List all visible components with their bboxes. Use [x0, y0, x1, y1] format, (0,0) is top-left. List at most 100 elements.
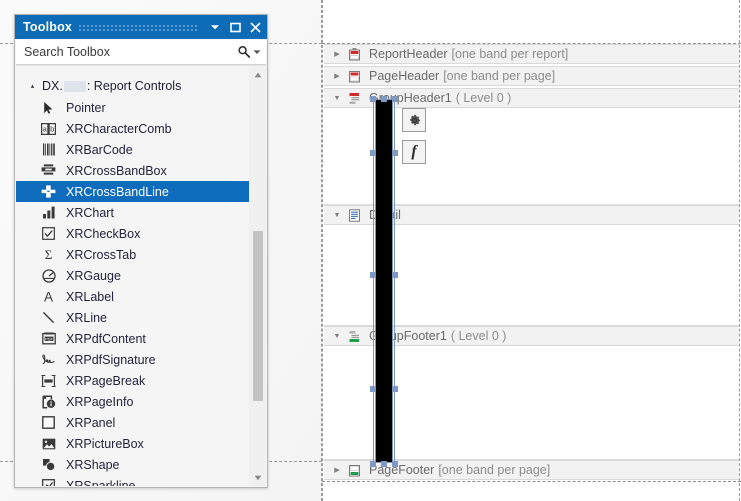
- toolbox-drag-grip[interactable]: [78, 23, 199, 31]
- svg-text:b: b: [50, 124, 54, 133]
- resize-handle-top-right[interactable]: [392, 96, 398, 102]
- toolbox-item-xrpageinfo[interactable]: XRPageInfo: [16, 391, 250, 412]
- sparkline-icon: [40, 478, 57, 486]
- band-sub-pageheader: [one band per page]: [443, 69, 556, 83]
- svg-text:A: A: [44, 290, 53, 303]
- chevron-down-icon: [211, 25, 219, 30]
- toolbox-dropdown-button[interactable]: [205, 16, 225, 38]
- toolbox-item-xrbarcode[interactable]: XRBarCode: [16, 139, 250, 160]
- band-sub-groupfooter1: ( Level 0 ): [450, 329, 507, 343]
- toolbox-item-xrpdfcontent[interactable]: PDF XRPdfContent: [16, 328, 250, 349]
- search-icon[interactable]: [236, 44, 252, 60]
- toolbox-item-xrpdfsignature[interactable]: XRPdfSignature: [16, 349, 250, 370]
- toolbox-item-xrchart[interactable]: XRChart: [16, 202, 250, 223]
- resize-handle-mid-right-2[interactable]: [392, 272, 398, 278]
- toolbox-close-button[interactable]: [245, 16, 265, 38]
- toolbox-item-xrgauge[interactable]: XRGauge: [16, 265, 250, 286]
- resize-handle-bottom-left[interactable]: [370, 461, 376, 467]
- toolbox-item-xrpanel[interactable]: XRPanel: [16, 412, 250, 433]
- toolbox-scrollbar[interactable]: [249, 66, 266, 486]
- toolbox-group-report-controls[interactable]: ▴ DX.: Report Controls: [16, 75, 250, 97]
- toolbox-item-xrcrossbandbox[interactable]: XRCrossBandBox: [16, 160, 250, 181]
- expander-groupfooter1[interactable]: ▼: [328, 327, 346, 345]
- toolbox-search-bar[interactable]: Search Toolbox: [16, 40, 266, 65]
- chart-icon: [40, 205, 57, 221]
- toolbox-list-container[interactable]: ▴ DX.: Report Controls Pointer a b XRCha…: [16, 65, 266, 486]
- toolbox-item-xrsparkline[interactable]: XRSparkline: [16, 475, 250, 486]
- pdf-signature-icon: [40, 352, 57, 368]
- search-options-chevron-down-icon[interactable]: [252, 44, 262, 60]
- toolbox-item-xrpagebreak[interactable]: XRPageBreak: [16, 370, 250, 391]
- cross-tab-icon: Σ: [40, 247, 57, 263]
- toolbox-item-label: XRPictureBox: [66, 436, 144, 451]
- scroll-down-arrow-icon[interactable]: [250, 469, 266, 486]
- toolbox-item-xrcrossbandline[interactable]: XRCrossBandLine: [16, 181, 250, 202]
- expander-reportheader[interactable]: ▶: [328, 45, 346, 63]
- toolbox-partial-row-top: [16, 66, 250, 75]
- report-designer-surface[interactable]: ▶ ReportHeader [one band per report] ▶ P…: [322, 0, 741, 501]
- toolbox-maximize-button[interactable]: [225, 16, 245, 38]
- redacted-text-block: [63, 80, 86, 92]
- toolbox-item-label: XRCrossBandBox: [66, 163, 167, 178]
- expander-pageheader[interactable]: ▶: [328, 67, 346, 85]
- toolbox-titlebar[interactable]: Toolbox: [15, 15, 267, 39]
- cross-band-line-icon: [40, 184, 57, 200]
- toolbox-item-xrline[interactable]: XRLine: [16, 307, 250, 328]
- page-info-icon: [40, 394, 57, 410]
- bottom-margin-line: [322, 481, 741, 482]
- scrollbar-thumb[interactable]: [253, 231, 263, 401]
- toolbox-item-xrcrosstab[interactable]: Σ XRCrossTab: [16, 244, 250, 265]
- resize-handle-mid-right-3[interactable]: [392, 386, 398, 392]
- expression-button[interactable]: f: [402, 140, 426, 164]
- band-sub-reportheader: [one band per report]: [451, 47, 569, 61]
- toolbox-item-label: XRCrossTab: [66, 247, 137, 262]
- band-name-pagefooter: PageFooter: [369, 463, 435, 477]
- toolbox-item-pointer[interactable]: Pointer: [16, 97, 250, 118]
- resize-handle-mid-left-3[interactable]: [370, 386, 376, 392]
- toolbox-item-label: XRCheckBox: [66, 226, 141, 241]
- resize-handle-mid-right-1[interactable]: [392, 150, 398, 156]
- shape-icon: [40, 457, 57, 473]
- toolbox-item-label: XRLabel: [66, 289, 114, 304]
- toolbox-item-xrpicturebox[interactable]: XRPictureBox: [16, 433, 250, 454]
- toolbox-item-xrshape[interactable]: XRShape: [16, 454, 250, 475]
- band-sub-pagefooter: [one band per page]: [438, 463, 551, 477]
- toolbox-item-label: Pointer: [66, 100, 106, 115]
- label-icon: A: [40, 289, 57, 305]
- band-name-reportheader: ReportHeader: [369, 47, 448, 61]
- toolbox-item-label: XRShape: [66, 457, 120, 472]
- resize-handle-top-left[interactable]: [370, 96, 376, 102]
- toolbox-item-xrlabel[interactable]: A XRLabel: [16, 286, 250, 307]
- toolbox-item-xrcharactercomb[interactable]: a b XRCharacterComb: [16, 118, 250, 139]
- toolbox-item-label: XRCrossBandLine: [66, 184, 169, 199]
- band-header-pageheader[interactable]: ▶ PageHeader [one band per page]: [324, 66, 739, 86]
- group-header-band-icon: [346, 90, 363, 106]
- svg-text:PDF: PDF: [45, 336, 54, 341]
- pointer-icon: [40, 100, 57, 116]
- resize-handle-bottom-center[interactable]: [381, 461, 387, 467]
- scroll-up-arrow-icon[interactable]: [250, 66, 266, 83]
- band-header-reportheader[interactable]: ▶ ReportHeader [one band per report]: [324, 44, 739, 64]
- expander-groupheader1[interactable]: ▼: [328, 89, 346, 107]
- picture-box-icon: [40, 436, 57, 452]
- page-footer-band-icon: [346, 462, 363, 478]
- toolbox-item-xrcheckbox[interactable]: XRCheckBox: [16, 223, 250, 244]
- resize-handle-mid-left-1[interactable]: [370, 150, 376, 156]
- resize-handle-mid-left-2[interactable]: [370, 272, 376, 278]
- toolbox-item-label: XRLine: [66, 310, 107, 325]
- search-input[interactable]: Search Toolbox: [24, 45, 236, 59]
- panel-icon: [40, 415, 57, 431]
- resize-handle-bottom-right[interactable]: [392, 461, 398, 467]
- toolbox-item-label: XRChart: [66, 205, 114, 220]
- toolbox-item-label: XRSparkline: [66, 478, 136, 487]
- toolbox-window[interactable]: Toolbox Search Toolbox ▴ DX.: Report Co…: [14, 14, 268, 488]
- smart-tag-button[interactable]: [402, 108, 426, 132]
- xrcrossbandline-control[interactable]: [375, 100, 393, 462]
- resize-handle-top-center[interactable]: [381, 96, 387, 102]
- expander-pagefooter[interactable]: ▶: [328, 461, 346, 479]
- group-expander-icon[interactable]: ▴: [26, 80, 39, 93]
- expander-detail[interactable]: ▼: [328, 206, 346, 224]
- toolbox-list[interactable]: ▴ DX.: Report Controls Pointer a b XRCha…: [16, 66, 250, 486]
- pdf-content-icon: PDF: [40, 331, 57, 347]
- fx-icon: f: [411, 143, 417, 160]
